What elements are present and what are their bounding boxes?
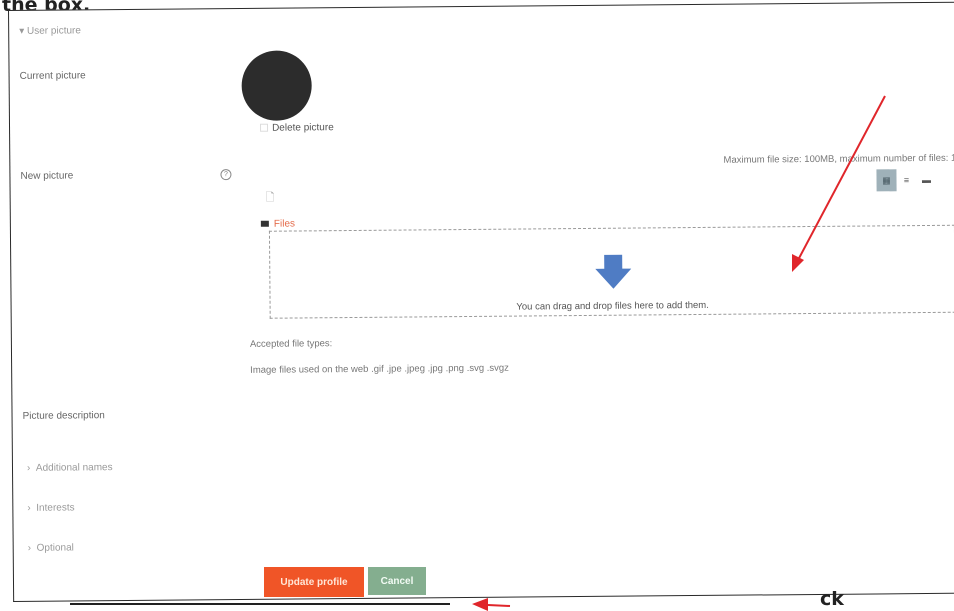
caret-right-icon: › [26,462,36,474]
checkbox-icon[interactable] [260,124,269,133]
caret-right-icon: › [27,542,37,554]
section-toggle-user-picture[interactable]: ▾ User picture [19,25,81,37]
cancel-button[interactable]: Cancel [368,567,426,595]
delete-picture-checkbox[interactable]: Delete picture [260,122,334,134]
divider [70,603,450,605]
delete-picture-label: Delete picture [271,122,334,134]
max-file-info: Maximum file size: 100MB, maximum number… [723,152,954,166]
grid-view-icon[interactable]: ▦ [876,169,897,192]
section-toggle-optional[interactable]: › Optional [28,542,74,553]
arrow-down-icon [595,254,632,289]
section-label: Interests [36,502,75,514]
folder-icon [260,221,269,228]
accepted-types-list: Image files used on the web .gif .jpe .j… [250,362,509,376]
section-toggle-interests[interactable]: › Interests [27,502,74,513]
caret-right-icon: › [27,502,37,514]
dropzone-text: You can drag and drop files here to add … [516,299,709,313]
section-label: Additional names [35,462,113,474]
new-picture-label: New picture [20,170,74,182]
avatar [241,50,312,121]
files-link-label: Files [273,218,296,230]
current-picture-label: Current picture [19,70,86,82]
accepted-types-label: Accepted file types: [249,338,333,350]
section-toggle-additional-names[interactable]: › Additional names [27,462,113,474]
list-view-icon[interactable]: ≡ [896,169,916,191]
section-label: Optional [36,542,74,554]
edit-profile-form: ▾ User picture Current picture Delete pi… [8,1,954,602]
caret-down-icon: ▾ [19,25,28,37]
picture-description-label: Picture description [22,410,105,422]
tree-view-icon[interactable]: ▬ [916,169,936,191]
files-link[interactable]: Files [260,218,296,230]
caption-bottom: ck [820,588,844,610]
update-profile-button[interactable]: Update profile [264,567,364,597]
file-icon[interactable]: 🗋 [266,189,275,208]
file-dropzone[interactable]: You can drag and drop files here to add … [268,224,954,319]
question-circle-icon[interactable]: ? [220,169,232,181]
section-header-label: User picture [26,25,81,37]
view-toggle-group: ▦ ≡ ▬ [876,169,936,192]
